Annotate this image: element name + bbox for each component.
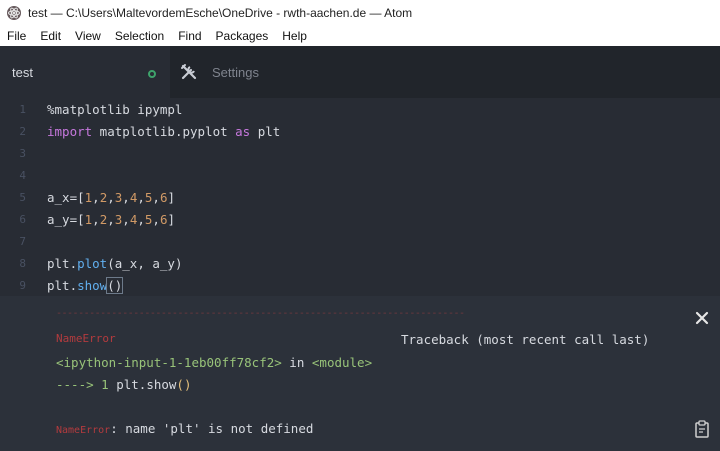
line-code: %matplotlib ipympl <box>47 102 182 117</box>
traceback-separator: ----------------------------------------… <box>56 308 465 319</box>
number-literal: 3 <box>114 189 123 205</box>
arrow-line-number: 1 <box>101 377 109 392</box>
editor-line: 1 %matplotlib ipympl <box>0 98 720 120</box>
final-error-line: NameError: name 'plt' is not defined <box>56 421 313 436</box>
tab-settings-label: Settings <box>212 64 259 80</box>
editor-line: 8 plt.plot(a_x, a_y) <box>0 252 720 274</box>
function-call: plot <box>77 255 108 271</box>
line-number: 4 <box>19 168 26 182</box>
line-number: 3 <box>19 146 26 160</box>
arrow-code: plt.show <box>108 377 177 392</box>
line-number: 7 <box>19 234 26 248</box>
function-args: () <box>106 276 124 294</box>
number-literal: 1 <box>84 211 93 227</box>
editor-line: 2 import matplotlib.pyplot as plt <box>0 120 720 142</box>
menu-find[interactable]: Find <box>171 26 208 46</box>
editor-line: 5 a_x=[1,2,3,4,5,6] <box>0 186 720 208</box>
editor-line: 4 <box>0 164 720 186</box>
editor-line: 3 <box>0 142 720 164</box>
line-number: 6 <box>19 212 26 226</box>
menu-edit[interactable]: Edit <box>33 26 68 46</box>
tab-settings[interactable]: Settings <box>170 46 259 98</box>
tab-test-label: test <box>12 64 33 80</box>
number-literal: 5 <box>144 189 153 205</box>
line-number: 9 <box>19 278 26 292</box>
traceback-header: Traceback (most recent call last) <box>401 332 650 347</box>
line-code: import matplotlib.pyplot as plt <box>47 124 280 139</box>
number-literal: 6 <box>159 211 168 227</box>
assignment-a-y: a_y=[ <box>47 211 85 227</box>
line-code: a_x=[1,2,3,4,5,6] <box>47 189 176 205</box>
editor-line: 9 plt.show() <box>0 274 720 296</box>
module-reference: <module> <box>311 355 373 370</box>
line-number: 8 <box>19 256 26 270</box>
module-name: matplotlib.pyplot <box>92 123 236 139</box>
assignment-a-x: a_x=[ <box>47 189 85 205</box>
keyword-import: import <box>47 123 93 139</box>
line-number: 2 <box>19 124 26 138</box>
window-title: test — C:\Users\MaltevordemEsche\OneDriv… <box>28 6 413 20</box>
keyword-as: as <box>235 123 251 139</box>
hydrogen-output-panel: ----------------------------------------… <box>0 296 720 451</box>
menu-file[interactable]: File <box>0 26 33 46</box>
final-error-message: : name 'plt' is not defined <box>110 421 314 436</box>
object-ref: plt. <box>47 277 78 293</box>
number-literal: 4 <box>129 189 138 205</box>
arrow: ----> <box>56 377 102 392</box>
close-icon[interactable] <box>694 310 710 326</box>
menu-help[interactable]: Help <box>275 26 314 46</box>
menu-selection[interactable]: Selection <box>108 26 171 46</box>
traceback-arrow-line: ----> 1 plt.show() <box>56 377 191 392</box>
tab-bar: test Settings <box>0 46 720 98</box>
line-number: 1 <box>19 102 26 116</box>
menu-bar: File Edit View Selection Find Packages H… <box>0 26 720 46</box>
line-code: a_y=[1,2,3,4,5,6] <box>47 211 176 227</box>
number-literal: 6 <box>159 189 168 205</box>
number-literal: 2 <box>99 211 108 227</box>
menu-packages[interactable]: Packages <box>209 26 276 46</box>
menu-view[interactable]: View <box>68 26 108 46</box>
arrow-parens: () <box>176 377 192 392</box>
alias-name: plt <box>250 123 281 139</box>
editor-line: 7 <box>0 230 720 252</box>
tools-icon <box>180 63 198 81</box>
editor-line: 6 a_y=[1,2,3,4,5,6] <box>0 208 720 230</box>
code-editor[interactable]: 1 %matplotlib ipympl 2 import matplotlib… <box>0 98 720 296</box>
object-ref: plt. <box>47 255 78 271</box>
number-literal: 3 <box>114 211 123 227</box>
atom-logo-icon <box>6 5 22 21</box>
magic-command: %matplotlib ipympl <box>47 101 183 117</box>
modified-indicator-icon[interactable] <box>148 70 156 78</box>
number-literal: 5 <box>144 211 153 227</box>
tab-test[interactable]: test <box>0 46 170 98</box>
final-error-name: NameError <box>56 425 111 436</box>
line-number: 5 <box>19 190 26 204</box>
error-name: NameError <box>56 332 116 345</box>
input-reference: <ipython-input-1-1eb00ff78cf2> <box>56 355 282 370</box>
line-code: plt.plot(a_x, a_y) <box>47 256 182 271</box>
number-literal: 1 <box>84 189 93 205</box>
function-args: (a_x, a_y) <box>107 255 183 271</box>
number-literal: 2 <box>99 189 108 205</box>
traceback-location: <ipython-input-1-1eb00ff78cf2> in <modul… <box>56 355 372 370</box>
title-bar: test — C:\Users\MaltevordemEsche\OneDriv… <box>0 0 720 26</box>
copy-icon[interactable] <box>694 420 710 438</box>
in-word: in <box>281 355 312 370</box>
line-code: plt.show() <box>47 276 124 294</box>
number-literal: 4 <box>129 211 138 227</box>
function-call: show <box>77 277 108 293</box>
